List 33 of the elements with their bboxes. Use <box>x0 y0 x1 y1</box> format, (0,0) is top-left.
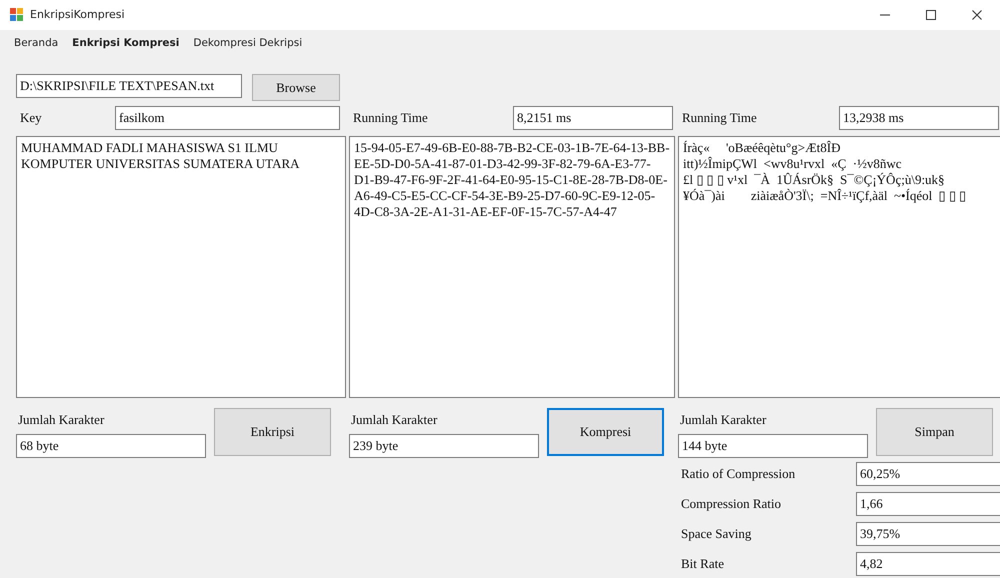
metric-field[interactable]: 60,25% <box>856 462 1000 486</box>
action-button[interactable]: Simpan <box>876 408 993 456</box>
running-time-field[interactable]: 8,2151 ms <box>513 106 673 130</box>
text-area[interactable]: MUHAMMAD FADLI MAHASISWA S1 ILMU KOMPUTER UNIVERSITAS SUMATERA UTARA <box>16 136 346 398</box>
metric-field[interactable]: 4,82 <box>856 552 1000 576</box>
key-field[interactable]: fasilkom <box>115 106 340 130</box>
browse-button[interactable]: Browse <box>252 74 340 101</box>
metric-label: Compression Ratio <box>680 494 782 513</box>
field-label: Running Time <box>352 109 428 128</box>
action-button[interactable]: Kompresi <box>547 408 664 456</box>
field-label: Key <box>19 109 43 128</box>
action-button[interactable]: Enkripsi <box>214 408 331 456</box>
app-icon <box>10 8 24 22</box>
metric-label: Space Saving <box>680 524 752 543</box>
metric-field[interactable]: 1,66 <box>856 492 1000 516</box>
field-label: Running Time <box>681 109 757 128</box>
window-title: EnkripsiKompresi <box>30 6 125 23</box>
metric-label: Bit Rate <box>680 554 725 573</box>
metric-field[interactable]: 39,75% <box>856 522 1000 546</box>
file-path-field[interactable]: D:\SKRIPSI\FILE TEXT\PESAN.txt <box>16 74 242 98</box>
count-label: Jumlah Karakter <box>17 410 106 428</box>
menu-item[interactable]: Enkripsi Kompresi <box>72 36 180 52</box>
menu-item[interactable]: Beranda <box>14 36 58 52</box>
character-count-field[interactable]: 144 byte <box>678 434 868 458</box>
text-area[interactable]: 15-94-05-E7-49-6B-E0-88-7B-B2-CE-03-1B-7E-64-13-BB-EE-5D-D0-5A-41-87-01-D3-42-99-3F-82-79-6A-E3-77-D1-B9-47-F6-9F-2F-41-64-E0-95-15-C1-8E-28-7B-D8-0E-A6-49-C5-E5-CC-CF-54-3E-B9-25-D7-60-9C-E9-12-05-4D-C8-3A-2E-A1-31-AE-EF-0F-15-7C-57-A4-47 <box>349 136 675 398</box>
character-count-field[interactable]: 68 byte <box>16 434 206 458</box>
count-label: Jumlah Karakter <box>350 410 438 428</box>
menu-item[interactable]: Dekompresi Dekripsi <box>193 36 302 52</box>
metric-label: Ratio of Compression <box>680 464 796 483</box>
character-count-field[interactable]: 239 byte <box>349 434 539 458</box>
count-label: Jumlah Karakter <box>679 410 768 428</box>
text-area[interactable]: Íràç« 'oBæéêqètu°g>Æt8ÎÐ itt)½ÎmipÇWl <wv8u¹rvxl «Ç ·½v8ñwc £l ▯ ▯ ▯ v¹xl ¯À 1ÛÁsrÖk§ S¯©Ç¡ÝÔç;ù\9:uk§ ¥Óà¯)ài ziàiæåÒ'3Ï\; =NÎ÷¹ïÇf,àäl ~•Íqéol ▯ ▯ ▯ <box>678 136 1000 398</box>
running-time-field[interactable]: 13,2938 ms <box>839 106 999 130</box>
